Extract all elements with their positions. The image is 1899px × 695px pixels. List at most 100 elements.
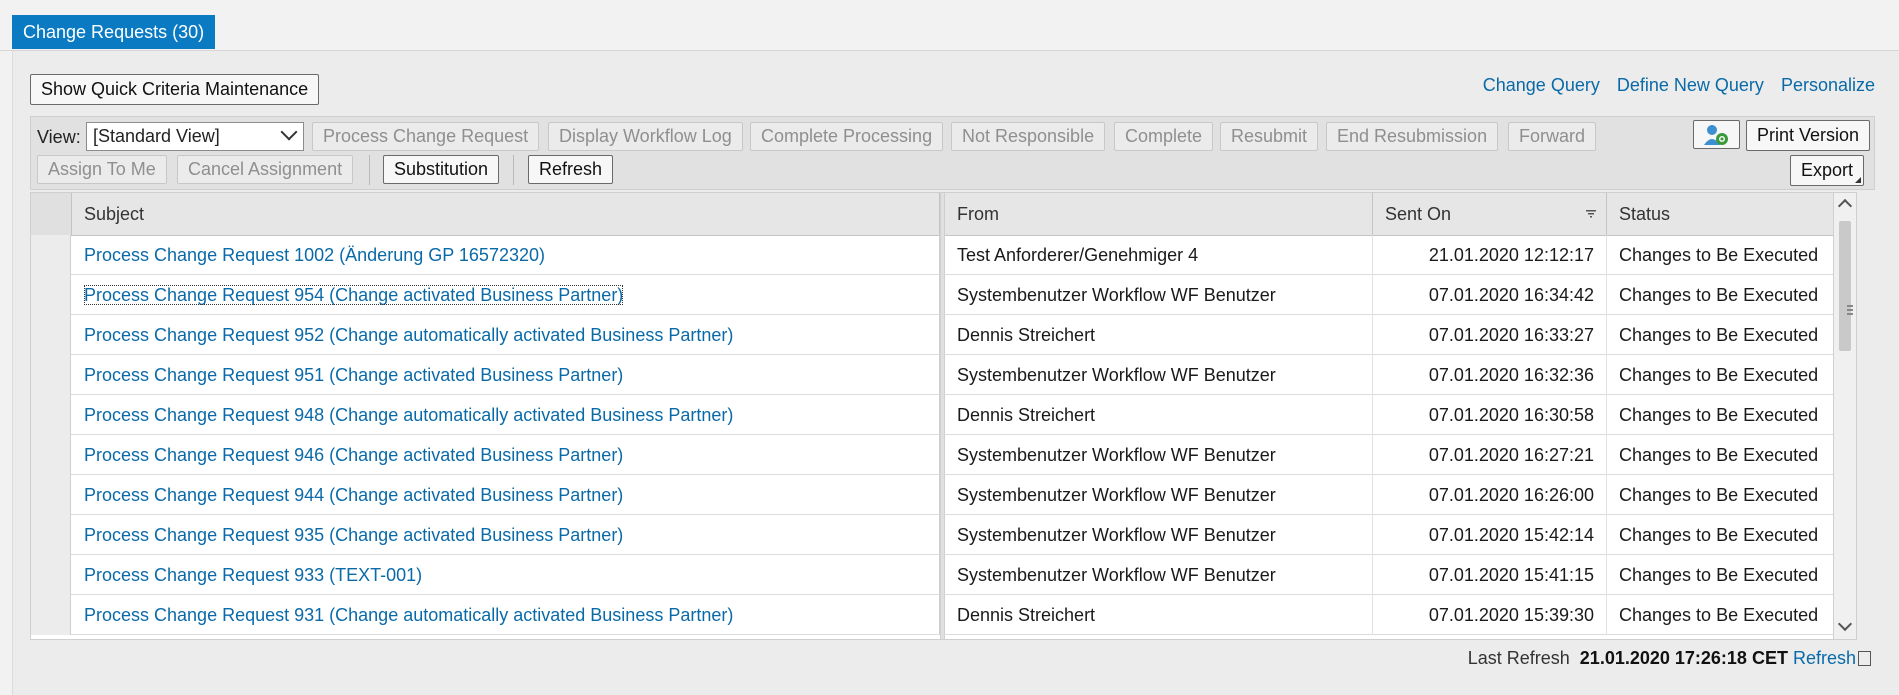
sent-on-cell: 07.01.2020 16:34:42 (1373, 275, 1607, 315)
scroll-thumb[interactable] (1839, 221, 1853, 351)
table-row[interactable]: Process Change Request 1002 (Änderung GP… (31, 235, 1856, 275)
table-row[interactable]: Process Change Request 946 (Change activ… (31, 435, 1856, 475)
from-cell: Dennis Streichert (945, 315, 1373, 355)
subject-link[interactable]: Process Change Request 935 (Change activ… (72, 515, 940, 555)
footer-refresh-link[interactable]: Refresh (1793, 648, 1856, 668)
table-row[interactable]: Process Change Request 931 (Change autom… (31, 595, 1856, 635)
row-selector[interactable] (31, 235, 71, 275)
export-label: Export (1801, 160, 1854, 180)
sort-filter-icon (1586, 210, 1596, 218)
subject-link[interactable]: Process Change Request 1002 (Änderung GP… (72, 235, 940, 275)
define-new-query-link[interactable]: Define New Query (1617, 75, 1764, 95)
sent-on-cell: 07.01.2020 16:32:36 (1373, 355, 1607, 395)
tab-change-requests[interactable]: Change Requests (30) (12, 15, 216, 49)
column-header-subject[interactable]: Subject (72, 193, 940, 235)
subject-link[interactable]: Process Change Request 954 (Change activ… (72, 275, 940, 315)
from-cell: Systembenutzer Workflow WF Benutzer (945, 515, 1373, 555)
resubmit-button[interactable]: Resubmit (1220, 122, 1319, 151)
view-select[interactable]: [Standard View] (86, 122, 304, 151)
row-selector[interactable] (31, 475, 71, 515)
row-selector[interactable] (31, 275, 71, 315)
from-cell: Dennis Streichert (945, 395, 1373, 435)
row-selector[interactable] (31, 515, 71, 555)
refresh-button[interactable]: Refresh (528, 155, 614, 184)
subject-link[interactable]: Process Change Request 948 (Change autom… (72, 395, 940, 435)
status-cell: Changes to Be Executed (1619, 525, 1819, 545)
complete-processing-button[interactable]: Complete Processing (750, 122, 944, 151)
subject-link[interactable]: Process Change Request 944 (Change activ… (72, 475, 940, 515)
sent-on-cell: 07.01.2020 16:27:21 (1373, 435, 1607, 475)
from-cell: Systembenutzer Workflow WF Benutzer (945, 275, 1373, 315)
show-quick-criteria-button[interactable]: Show Quick Criteria Maintenance (30, 74, 320, 105)
column-header-from[interactable]: From (945, 193, 1373, 235)
from-cell: Systembenutzer Workflow WF Benutzer (945, 435, 1373, 475)
print-version-button[interactable]: Print Version (1746, 120, 1871, 151)
select-all-header[interactable] (31, 193, 72, 235)
export-corner-icon (1855, 177, 1862, 183)
change-query-link[interactable]: Change Query (1483, 75, 1600, 95)
subject-link[interactable]: Process Change Request 952 (Change autom… (72, 315, 940, 355)
settings-user-button[interactable] (1693, 120, 1740, 149)
tab-strip: Change Requests (30) (0, 0, 1899, 51)
table-row[interactable]: Process Change Request 952 (Change autom… (31, 315, 1856, 355)
row-selector[interactable] (31, 395, 71, 435)
last-refresh-label: Last Refresh (1467, 648, 1570, 668)
query-links: Change Query Define New Query Personaliz… (1471, 75, 1875, 96)
row-selector[interactable] (31, 435, 71, 475)
status-cell: Changes to Be Executed (1619, 405, 1819, 425)
table-row[interactable]: Process Change Request 935 (Change activ… (31, 515, 1856, 555)
status-cell: Changes to Be Executed (1619, 325, 1819, 345)
settings-user-icon (1704, 125, 1728, 145)
table-row[interactable]: Process Change Request 933 (TEXT-001) Sy… (31, 555, 1856, 595)
subject-link[interactable]: Process Change Request 951 (Change activ… (72, 355, 940, 395)
from-cell: Dennis Streichert (945, 595, 1373, 635)
export-button[interactable]: Export (1790, 155, 1865, 186)
sent-on-cell: 07.01.2020 16:26:00 (1373, 475, 1607, 515)
vertical-scrollbar[interactable] (1833, 193, 1856, 639)
sent-on-cell: 07.01.2020 16:33:27 (1373, 315, 1607, 355)
personalize-link[interactable]: Personalize (1781, 75, 1875, 95)
grip-icon (1847, 305, 1853, 307)
chevron-down-icon (280, 123, 298, 141)
from-cell: Systembenutzer Workflow WF Benutzer (945, 475, 1373, 515)
subject-link[interactable]: Process Change Request 933 (TEXT-001) (72, 555, 940, 595)
display-workflow-log-button[interactable]: Display Workflow Log (548, 122, 743, 151)
table-row[interactable]: Process Change Request 944 (Change activ… (31, 475, 1856, 515)
status-cell: Changes to Be Executed (1619, 445, 1819, 465)
row-selector[interactable] (31, 315, 71, 355)
table-row[interactable]: Process Change Request 954 (Change activ… (31, 275, 1856, 315)
footer-refresh-info: Last Refresh 21.01.2020 17:26:18 CET Ref… (1468, 648, 1871, 669)
not-responsible-button[interactable]: Not Responsible (951, 122, 1106, 151)
process-change-request-button[interactable]: Process Change Request (312, 122, 540, 151)
forward-button[interactable]: Forward (1508, 122, 1597, 151)
row-selector[interactable] (31, 555, 71, 595)
scroll-up-icon[interactable] (1837, 198, 1853, 214)
from-cell: Systembenutzer Workflow WF Benutzer (945, 355, 1373, 395)
subject-link[interactable]: Process Change Request 931 (Change autom… (72, 595, 940, 635)
row-selector[interactable] (31, 355, 71, 395)
column-header-status[interactable]: Status (1607, 193, 1856, 235)
status-cell: Changes to Be Executed (1619, 365, 1819, 385)
subject-link[interactable]: Process Change Request 946 (Change activ… (72, 435, 940, 475)
scroll-down-icon[interactable] (1837, 616, 1853, 632)
substitution-button[interactable]: Substitution (383, 155, 500, 184)
table-row[interactable]: Process Change Request 951 (Change activ… (31, 355, 1856, 395)
table-row[interactable]: Process Change Request 948 (Change autom… (31, 395, 1856, 435)
toolbar-separator (513, 155, 514, 185)
cancel-assignment-button[interactable]: Cancel Assignment (177, 155, 354, 184)
status-cell: Changes to Be Executed (1619, 285, 1819, 305)
toolbar-separator (369, 155, 370, 185)
subject-link-text[interactable]: Process Change Request 954 (Change activ… (84, 285, 624, 305)
complete-button[interactable]: Complete (1114, 122, 1214, 151)
column-header-sent-on[interactable]: Sent On (1373, 193, 1607, 235)
sent-on-cell: 07.01.2020 15:42:14 (1373, 515, 1607, 555)
from-cell: Systembenutzer Workflow WF Benutzer (945, 555, 1373, 595)
refresh-page-icon[interactable] (1858, 651, 1871, 666)
end-resubmission-button[interactable]: End Resubmission (1326, 122, 1499, 151)
last-refresh-value: 21.01.2020 17:26:18 CET (1579, 648, 1788, 668)
sent-on-cell: 21.01.2020 12:12:17 (1373, 235, 1607, 275)
assign-to-me-button[interactable]: Assign To Me (37, 155, 167, 184)
status-cell: Changes to Be Executed (1619, 485, 1819, 505)
view-label: View: (37, 127, 81, 147)
row-selector[interactable] (31, 595, 71, 635)
